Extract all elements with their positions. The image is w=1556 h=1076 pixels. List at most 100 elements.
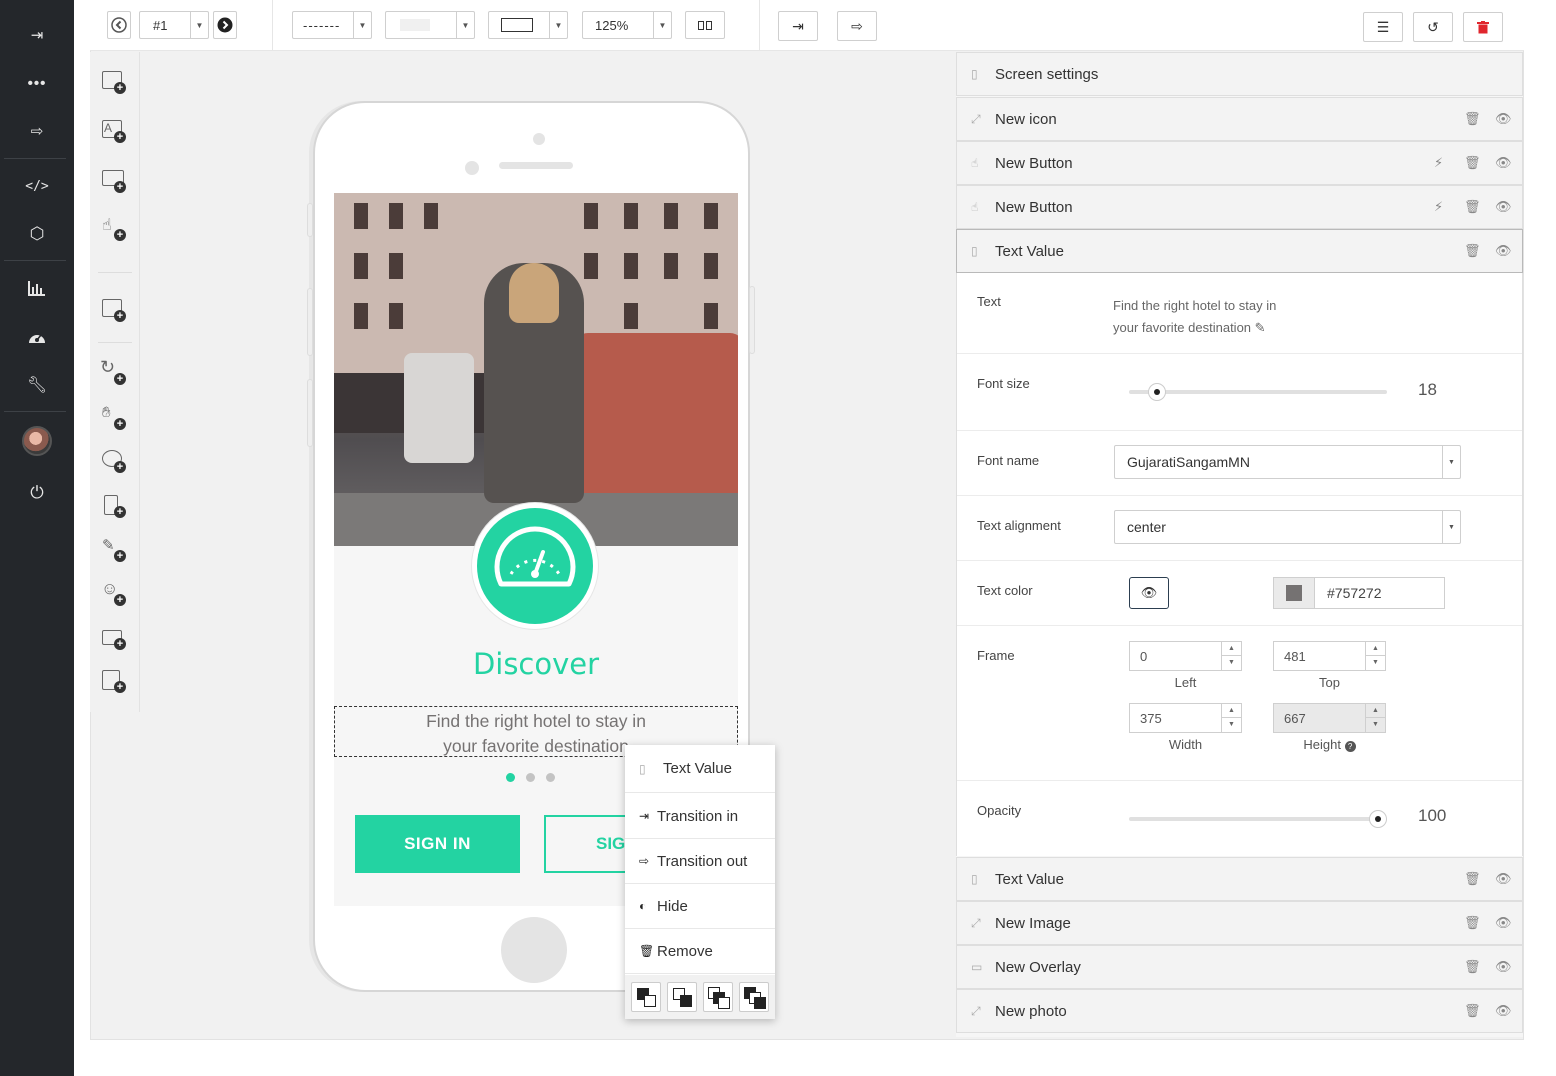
eye-icon[interactable]: 👁︎ [1495, 871, 1512, 887]
layer-item[interactable]: ☝︎ New Button ⚡︎ 🗑︎ 👁︎ [956, 185, 1523, 229]
power-icon[interactable]: ⏻ [0, 473, 74, 513]
eye-icon[interactable]: 👁︎ [1495, 915, 1512, 931]
font-size-slider[interactable] [1129, 383, 1387, 401]
more-icon[interactable]: ••• [0, 63, 74, 103]
color-preview-toggle[interactable]: 👁︎ [1129, 577, 1169, 609]
wrench-icon[interactable]: 🔧︎ [0, 365, 74, 405]
add-camera-tool[interactable]: + [100, 624, 128, 652]
speed-badge[interactable] [472, 503, 598, 629]
bring-to-front-button[interactable] [631, 982, 661, 1012]
eye-icon[interactable]: 👁︎ [1495, 199, 1512, 215]
transition-in-button[interactable]: ⇥ [778, 11, 818, 41]
screen-select[interactable]: #1 ▼ [139, 11, 209, 39]
text-alignment-select[interactable]: center ▼ [1114, 510, 1461, 544]
avatar[interactable] [22, 426, 52, 456]
hero-photo[interactable] [334, 193, 738, 546]
send-backward-button[interactable] [739, 982, 769, 1012]
stepper[interactable]: ▲ ▼ [1365, 642, 1385, 670]
menu-button[interactable]: ☰ [1363, 12, 1403, 42]
font-size-slider-handle[interactable] [1148, 383, 1166, 401]
code-icon[interactable]: </> [0, 166, 74, 206]
add-qr-tool[interactable]: + [100, 667, 128, 695]
layer-item[interactable]: ▯ Text Value 🗑︎ 👁︎ [956, 857, 1523, 901]
eye-icon[interactable]: 👁︎ [1495, 243, 1512, 259]
chart-icon[interactable] [0, 268, 74, 308]
layer-item-selected[interactable]: ▯ Text Value 🗑︎ 👁︎ [956, 229, 1523, 273]
stepper[interactable]: ▲ ▼ [1221, 642, 1241, 670]
eye-icon[interactable]: 👁︎ [1495, 1003, 1512, 1019]
split-view-button[interactable] [685, 11, 725, 39]
add-button-tool[interactable]: ☝︎ + [100, 215, 128, 243]
undo-button[interactable]: ↺ [1413, 12, 1453, 42]
line-style-select[interactable]: ------- ▼ [292, 11, 372, 39]
opacity-slider[interactable] [1129, 810, 1387, 828]
hero-title[interactable]: Discover [334, 647, 738, 681]
bolt-icon[interactable]: ⚡︎ [1434, 199, 1443, 215]
add-device-tool[interactable]: + [100, 492, 128, 520]
bring-forward-button[interactable] [703, 982, 733, 1012]
font-name-select[interactable]: GujaratiSangamMN ▼ [1114, 445, 1461, 479]
eye-icon[interactable]: 👁︎ [1495, 155, 1512, 171]
bolt-icon[interactable]: ⚡︎ [1434, 155, 1443, 171]
layer-item[interactable]: ⤢ New icon 🗑︎ 👁︎ [956, 97, 1523, 141]
trash-icon[interactable]: 🗑︎ [1464, 1003, 1481, 1019]
stepper[interactable]: ▲ ▼ [1221, 704, 1241, 732]
context-hide[interactable]: ◐ Hide [625, 884, 775, 929]
context-transition-in[interactable]: ⇥ Transition in [625, 794, 775, 839]
page-dot[interactable] [526, 773, 535, 782]
add-edit-tool[interactable]: ✎ + [100, 536, 128, 564]
tools-divider [98, 272, 132, 273]
eye-icon[interactable]: 👁︎ [1495, 111, 1512, 127]
frame-height-label-wrap: Height ? [1273, 737, 1386, 752]
transition-out-button[interactable]: ⇨ [837, 11, 877, 41]
fill-select[interactable]: ▼ [385, 11, 475, 39]
trash-icon[interactable]: 🗑︎ [1464, 111, 1481, 127]
context-remove[interactable]: 🗑︎ Remove [625, 929, 775, 974]
frame-left-input[interactable]: 0 ▲ ▼ [1129, 641, 1242, 671]
sign-in-button[interactable]: SIGN IN [355, 815, 520, 873]
add-gesture-tool[interactable]: ✋︎ + [100, 404, 128, 432]
sign-out-icon[interactable]: ⇨ [0, 111, 74, 151]
layer-item[interactable]: ▭ New Overlay 🗑︎ 👁︎ [956, 945, 1523, 989]
layer-item[interactable]: ☝︎ New Button ⚡︎ 🗑︎ 👁︎ [956, 141, 1523, 185]
trash-icon[interactable]: 🗑︎ [1464, 871, 1481, 887]
page-dot-active[interactable] [506, 773, 515, 782]
trash-icon[interactable]: 🗑︎ [1464, 155, 1481, 171]
page-dot[interactable] [546, 773, 555, 782]
frame-width-input[interactable]: 375 ▲ ▼ [1129, 703, 1242, 733]
add-icon-tool[interactable]: + [100, 296, 128, 324]
codepen-icon[interactable]: ⬡ [0, 214, 74, 254]
layer-item[interactable]: ⤢ New Image 🗑︎ 👁︎ [956, 901, 1523, 945]
text-value-field[interactable]: Find the right hotel to stay in your fav… [1113, 295, 1276, 339]
back-button[interactable] [107, 11, 131, 39]
layer-item[interactable]: ⤢ New photo 🗑︎ 👁︎ [956, 989, 1523, 1033]
send-to-back-button[interactable] [667, 982, 697, 1012]
color-swatch[interactable] [1273, 577, 1315, 609]
avatar-wrap[interactable] [0, 421, 74, 461]
screen-settings-header[interactable]: ▯ Screen settings [956, 52, 1523, 96]
trash-icon[interactable]: 🗑︎ [1464, 915, 1481, 931]
eye-icon[interactable]: 👁︎ [1495, 959, 1512, 975]
help-icon[interactable]: ? [1344, 741, 1356, 752]
delete-button[interactable] [1463, 12, 1503, 42]
sign-in-icon[interactable]: ⇥ [0, 15, 74, 55]
dashboard-icon[interactable] [0, 317, 74, 357]
color-hex-input[interactable]: #757272 [1314, 577, 1445, 609]
add-image-tool[interactable]: + [100, 68, 128, 96]
add-overlay-tool[interactable]: + [100, 167, 128, 195]
add-text-tool[interactable]: A + [100, 117, 128, 145]
opacity-slider-handle[interactable] [1369, 810, 1387, 828]
border-select[interactable]: ▼ [488, 11, 568, 39]
context-transition-out[interactable]: ⇨ Transition out [625, 839, 775, 884]
pencil-icon[interactable]: ✎ [1255, 320, 1266, 335]
trash-icon[interactable]: 🗑︎ [1464, 243, 1481, 259]
add-comment-tool[interactable]: + [100, 447, 128, 475]
trash-icon[interactable]: 🗑︎ [1464, 959, 1481, 975]
toolbar: #1 ▼ ------- ▼ ▼ ▼ 125% ▼ ⇥ ⇨ ☰ ↺ [90, 0, 1524, 51]
add-rotation-tool[interactable]: ↻ + [100, 357, 128, 387]
trash-icon[interactable]: 🗑︎ [1464, 199, 1481, 215]
zoom-select[interactable]: 125% ▼ [582, 11, 672, 39]
forward-button[interactable] [213, 11, 237, 39]
frame-top-input[interactable]: 481 ▲ ▼ [1273, 641, 1386, 671]
add-emoji-tool[interactable]: ☺ + [100, 579, 128, 608]
